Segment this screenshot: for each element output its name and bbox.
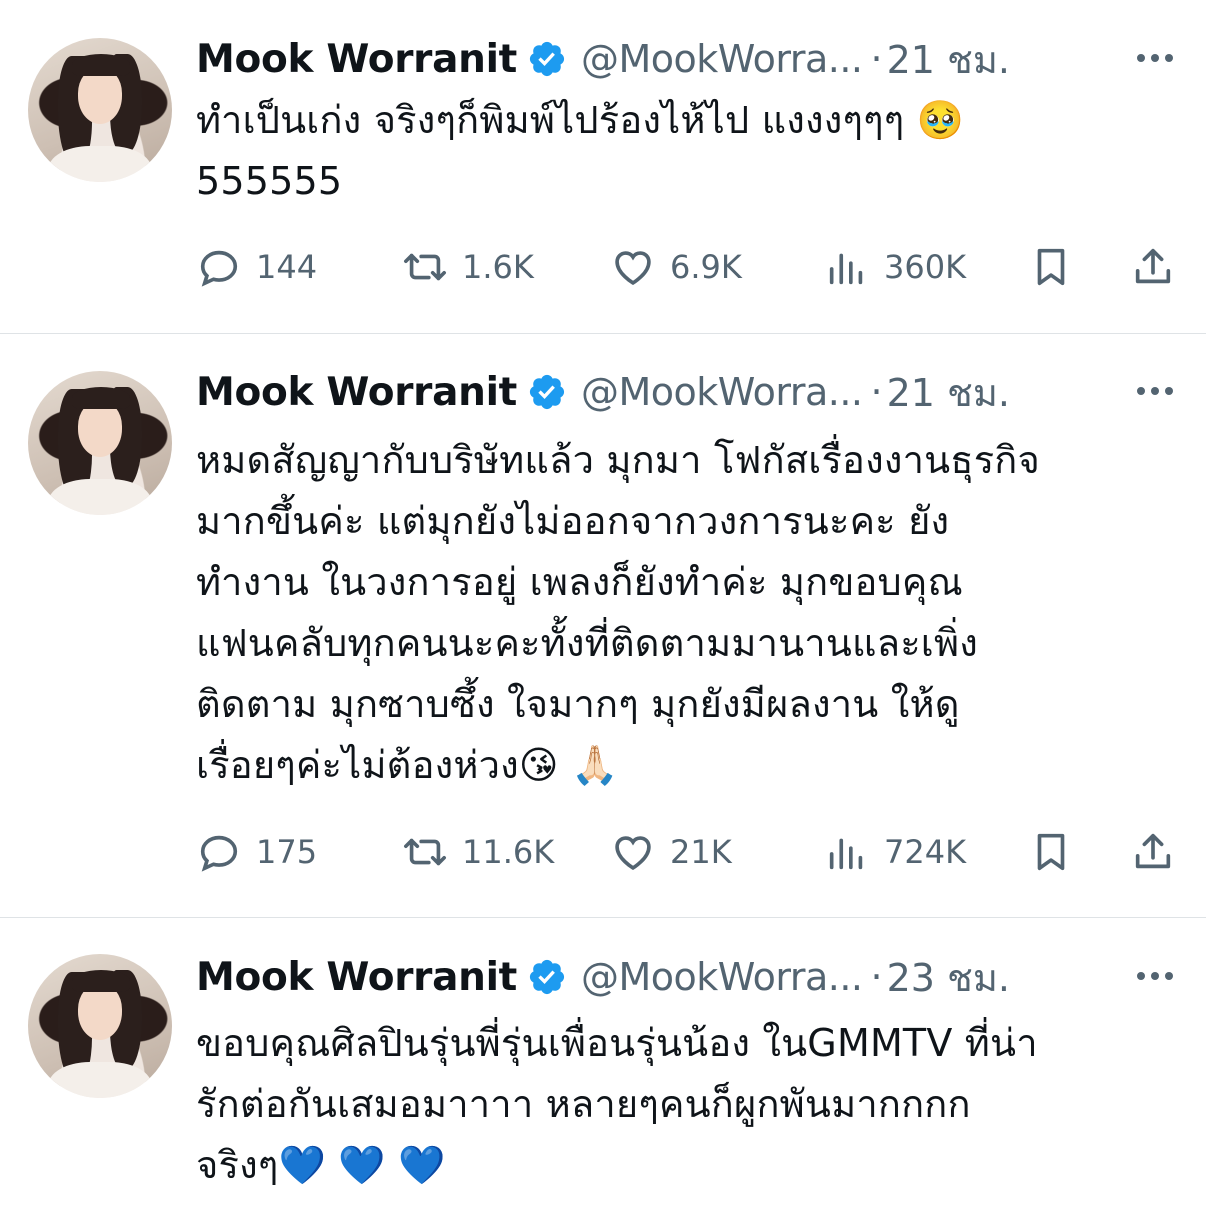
tweet-actions: 144 1.6K 6.9K 360K [196,244,1176,292]
retweet-icon [404,253,446,281]
avatar[interactable] [28,954,172,1098]
separator-dot: · [870,955,883,999]
reply-button[interactable]: 144 [196,244,317,290]
verified-badge-icon [529,41,565,77]
separator-dot: · [870,370,883,414]
tweet-actions: 175 11.6K 21K 724K [196,829,1176,877]
retweet-button[interactable]: 11.6K [402,829,554,875]
share-icon [1135,248,1171,284]
more-options-icon[interactable] [1132,38,1178,78]
separator-dot: · [870,37,883,81]
author-name[interactable]: Mook Worranit [196,37,517,82]
share-button[interactable] [1130,829,1176,875]
reply-icon [200,250,238,287]
verified-badge-icon [529,374,565,410]
tweet-1[interactable]: Mook Worranit @MookWorra... · 21 ชม. ทำเ… [0,0,1206,333]
reply-count: 175 [256,833,318,871]
timestamp[interactable]: 23 ชม. [887,947,1010,1008]
views-count: 360K [884,248,967,286]
reply-button[interactable]: 175 [196,829,317,875]
retweet-count: 1.6K [462,248,534,286]
views-icon [829,253,863,285]
views-button[interactable]: 724K [824,829,966,875]
bookmark-button[interactable] [1028,244,1074,290]
retweet-button[interactable]: 1.6K [402,244,534,290]
tweet-header: Mook Worranit @MookWorra... · 21 ชม. [196,369,1178,415]
author-name[interactable]: Mook Worranit [196,370,517,415]
tweet-text: หมดสัญญากับบริษัทแล้ว มุกมา โฟกัสเรื่องง… [196,438,1040,787]
like-count: 6.9K [670,248,742,286]
retweet-count: 11.6K [462,833,555,871]
verified-badge-icon [529,959,565,995]
author-handle[interactable]: @MookWorra... [581,37,863,81]
timestamp[interactable]: 21 ชม. [887,362,1010,423]
views-button[interactable]: 360K [824,244,966,290]
bookmark-icon [1037,833,1065,871]
timestamp[interactable]: 21 ชม. [887,29,1010,90]
reply-count: 144 [256,248,318,286]
author-handle[interactable]: @MookWorra... [581,955,863,999]
more-options-icon[interactable] [1132,956,1178,996]
avatar[interactable] [28,371,172,515]
more-options-icon[interactable] [1132,371,1178,411]
heart-icon [615,251,651,286]
heart-icon [615,836,651,871]
tweet-header: Mook Worranit @MookWorra... · 21 ชม. [196,36,1178,82]
views-icon [829,838,863,870]
views-count: 724K [884,833,967,871]
author-handle[interactable]: @MookWorra... [581,370,863,414]
reply-icon [200,835,238,872]
share-icon [1135,833,1171,869]
bookmark-button[interactable] [1028,829,1074,875]
avatar[interactable] [28,38,172,182]
like-button[interactable]: 21K [610,829,732,875]
author-name[interactable]: Mook Worranit [196,955,517,1000]
tweet-2[interactable]: Mook Worranit @MookWorra... · 21 ชม. หมด… [0,333,1206,917]
tweet-3[interactable]: Mook Worranit @MookWorra... · 23 ชม. ขอบ… [0,917,1206,1210]
share-button[interactable] [1130,244,1176,290]
like-count: 21K [670,833,732,871]
tweet-header: Mook Worranit @MookWorra... · 23 ชม. [196,954,1178,1000]
bookmark-icon [1037,248,1065,286]
tweet-text: ขอบคุณศิลปินรุ่นพี่รุ่นเพื่อนรุ่นน้อง ใน… [196,1021,1038,1187]
tweet-text: ทำเป็นเก่ง จริงๆก็พิมพ์ไปร้องไห้ไป แงงงๆ… [196,98,965,203]
like-button[interactable]: 6.9K [610,244,742,290]
retweet-icon [404,838,446,866]
